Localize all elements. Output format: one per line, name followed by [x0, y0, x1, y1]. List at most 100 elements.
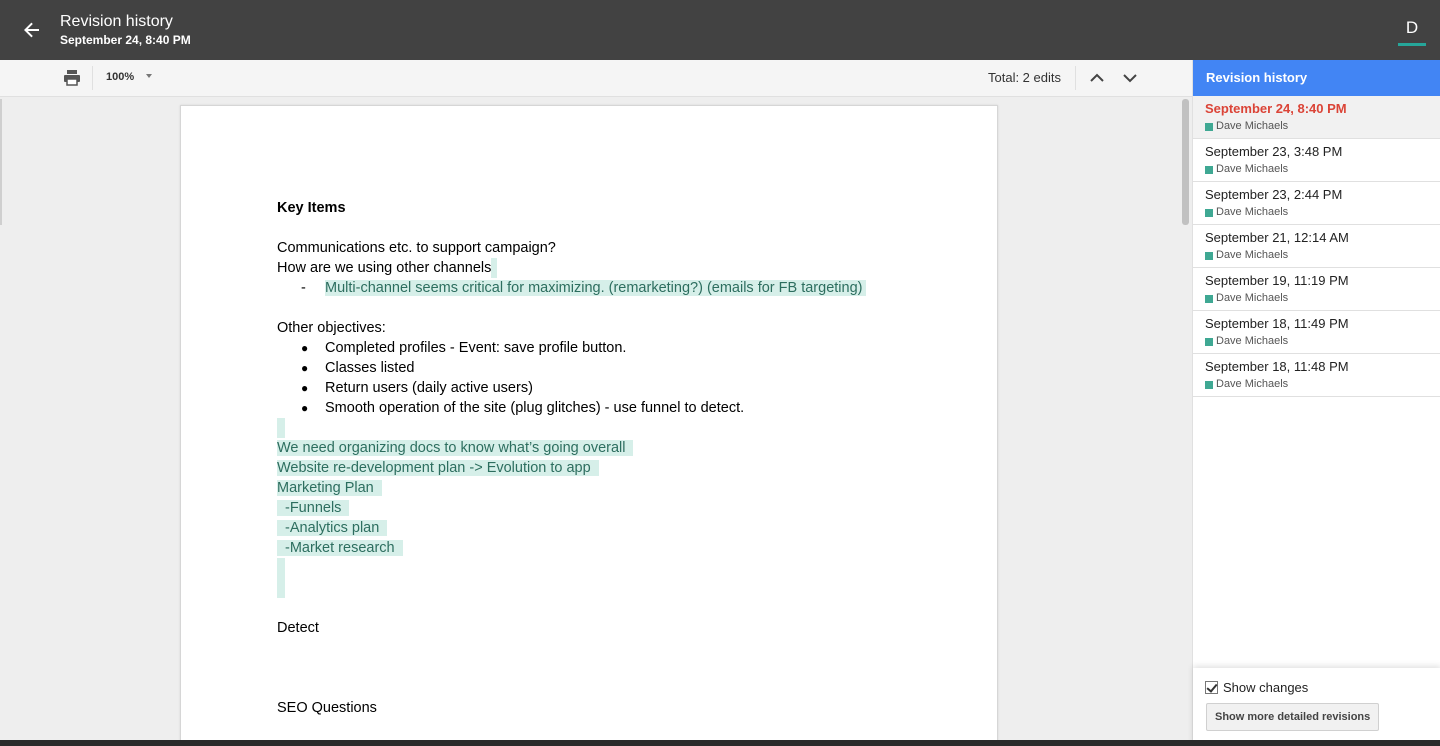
revision-date: September 18, 11:49 PM: [1205, 316, 1349, 331]
bullet-item: ● Smooth operation of the site (plug glit…: [277, 398, 917, 418]
bullet-text: Smooth operation of the site (plug glitc…: [325, 400, 745, 416]
revision-item[interactable]: September 18, 11:49 PM Dave Michaels: [1193, 311, 1440, 354]
print-button[interactable]: [62, 69, 82, 87]
added-line: Marketing Plan: [277, 478, 917, 498]
doc-line: Other objectives:: [277, 320, 386, 336]
change-highlight-line: [277, 578, 917, 598]
change-highlight: [491, 258, 498, 278]
revision-panel: Revision history September 24, 8:40 PM D…: [1192, 60, 1440, 746]
added-line: -Funnels: [277, 498, 917, 518]
dash-list-item: - Multi-channel seems critical for maximi…: [277, 278, 917, 298]
author-name: Dave Michaels: [1216, 163, 1289, 175]
revision-author: Dave Michaels: [1205, 119, 1428, 134]
added-text: Multi-channel seems critical for maximiz…: [325, 280, 867, 296]
back-arrow-icon: [24, 22, 39, 38]
doc-line: How are we using other channels: [277, 258, 917, 278]
bottom-strip: [0, 740, 1440, 746]
revision-item[interactable]: September 19, 11:19 PM Dave Michaels: [1193, 268, 1440, 311]
revision-list: September 24, 8:40 PM Dave Michaels Sept…: [1193, 96, 1440, 397]
revision-item[interactable]: September 23, 3:48 PM Dave Michaels: [1193, 139, 1440, 182]
show-changes-toggle[interactable]: Show changes: [1205, 680, 1308, 695]
zoom-select[interactable]: 100%: [106, 71, 134, 83]
change-highlight-line: [277, 418, 917, 438]
author-name: Dave Michaels: [1216, 378, 1289, 390]
document-page: Key Items Communications etc. to support…: [180, 105, 998, 746]
revision-item[interactable]: September 18, 11:48 PM Dave Michaels: [1193, 354, 1440, 397]
back-button[interactable]: [16, 16, 48, 44]
zoom-caret-icon[interactable]: [146, 74, 152, 78]
chevron-down-icon: [1123, 74, 1137, 83]
change-highlight-line: [277, 558, 917, 578]
added-text: -Analytics plan: [277, 520, 388, 536]
bullet-text: Classes listed: [325, 360, 415, 376]
revision-date: September 19, 11:19 PM: [1205, 273, 1349, 288]
title-block: Revision history September 24, 8:40 PM: [60, 12, 191, 48]
author-color-swatch: [1205, 337, 1213, 346]
bullet-item: ● Return users (daily active users): [277, 378, 917, 398]
page-title: Revision history: [60, 13, 173, 30]
revision-item[interactable]: September 21, 12:14 AM Dave Michaels: [1193, 225, 1440, 268]
bullet-text: Return users (daily active users): [325, 380, 533, 396]
author-name: Dave Michaels: [1216, 292, 1289, 304]
show-changes-checkbox[interactable]: [1205, 681, 1218, 694]
added-line: Website re-development plan -> Evolution…: [277, 458, 917, 478]
avatar[interactable]: D: [1398, 12, 1426, 46]
author-name: Dave Michaels: [1216, 120, 1289, 132]
document-content: Key Items Communications etc. to support…: [277, 198, 917, 718]
top-bar: Revision history September 24, 8:40 PM D: [0, 0, 1440, 60]
author-color-swatch: [1205, 294, 1213, 303]
author-name: Dave Michaels: [1216, 249, 1289, 261]
doc-line-text: How are we using other channels: [277, 260, 492, 276]
revision-date: September 23, 3:48 PM: [1205, 144, 1343, 159]
print-icon: [64, 70, 80, 86]
author-color-swatch: [1205, 251, 1213, 260]
revision-date: September 18, 11:48 PM: [1205, 359, 1349, 374]
added-text: Marketing Plan: [277, 480, 382, 496]
document-scrollbar[interactable]: [1180, 97, 1190, 746]
bullet-item: ● Completed profiles - Event: save profil…: [277, 338, 917, 358]
revision-date: September 21, 12:14 AM: [1205, 230, 1349, 245]
show-detailed-revisions-button[interactable]: Show more detailed revisions: [1206, 703, 1380, 731]
author-name: Dave Michaels: [1216, 335, 1289, 347]
added-text: -Funnels: [277, 500, 350, 516]
author-name: Dave Michaels: [1216, 206, 1289, 218]
change-highlight: [277, 578, 285, 598]
document-area: Key Items Communications etc. to support…: [0, 97, 1192, 746]
author-color-swatch: [1205, 208, 1213, 217]
revision-author: Dave Michaels: [1205, 334, 1428, 349]
previous-edit-button[interactable]: [1086, 68, 1108, 88]
revision-author: Dave Michaels: [1205, 291, 1428, 306]
show-changes-label: Show changes: [1223, 680, 1309, 695]
revision-author: Dave Michaels: [1205, 377, 1428, 392]
revision-date: September 23, 2:44 PM: [1205, 187, 1343, 202]
added-text: -Market research: [277, 540, 403, 556]
doc-line: SEO Questions: [277, 700, 377, 716]
scrollbar-thumb[interactable]: [1182, 99, 1189, 225]
page-subtitle: September 24, 8:40 PM: [60, 33, 191, 47]
bullet-marker: ●: [301, 401, 309, 415]
next-edit-button[interactable]: [1119, 68, 1141, 88]
change-highlight: [277, 558, 285, 578]
left-edge-bar: [0, 99, 2, 225]
author-color-swatch: [1205, 165, 1213, 174]
bullet-text: Completed profiles - Event: save profile…: [325, 340, 627, 356]
toolbar-divider: [92, 66, 93, 90]
doc-line: Communications etc. to support campaign?: [277, 240, 556, 256]
revision-author: Dave Michaels: [1205, 162, 1428, 177]
toolbar-divider: [1075, 66, 1076, 90]
revision-author: Dave Michaels: [1205, 248, 1428, 263]
doc-line: Detect: [277, 620, 319, 636]
revision-date: September 24, 8:40 PM: [1205, 101, 1347, 116]
added-text: Website re-development plan -> Evolution…: [277, 460, 599, 476]
author-color-swatch: [1205, 380, 1213, 389]
added-line: -Analytics plan: [277, 518, 917, 538]
revision-item[interactable]: September 24, 8:40 PM Dave Michaels: [1193, 96, 1440, 139]
revision-item[interactable]: September 23, 2:44 PM Dave Michaels: [1193, 182, 1440, 225]
bullet-marker: ●: [301, 341, 309, 355]
